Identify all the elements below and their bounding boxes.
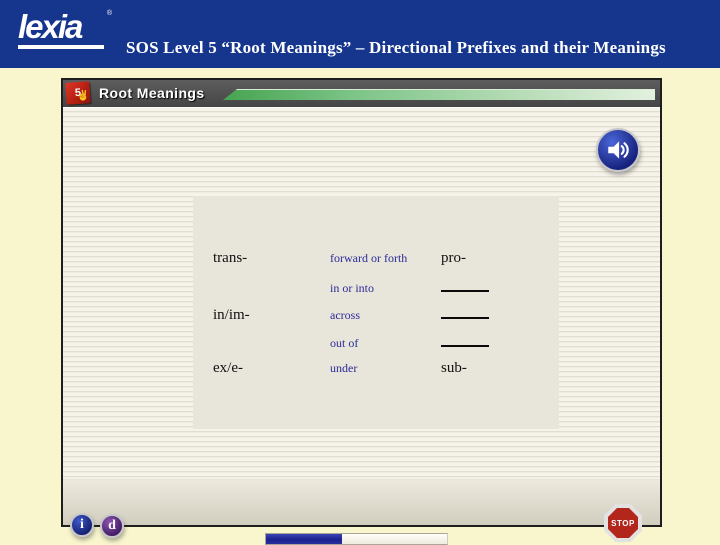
window-title: Root Meanings [99, 85, 205, 101]
titlebar-progress-strip [223, 89, 655, 100]
top-banner: lexia ® SOS Level 5 “Root Meanings” – Di… [0, 0, 720, 68]
speaker-icon [608, 141, 629, 159]
stop-sign-icon: STOP [608, 508, 638, 538]
prefix-label: trans- [213, 250, 248, 266]
stop-label: STOP [611, 518, 635, 528]
activity-window: 5 ✌ Root Meanings trans- forward or fort… [61, 78, 662, 545]
meaning-item[interactable]: out of [330, 336, 441, 351]
logo-underline [18, 45, 104, 49]
lexia-logo-text: lexia [18, 8, 83, 45]
info-button[interactable]: i [70, 513, 94, 537]
answer-prefix[interactable]: sub- [441, 360, 541, 377]
page-title: SOS Level 5 “Root Meanings” – Directiona… [126, 38, 666, 57]
window-content: trans- forward or forth pro- in or into … [63, 107, 660, 545]
window-titlebar: 5 ✌ Root Meanings [63, 80, 660, 108]
lexia-logo: lexia ® [18, 8, 112, 49]
meaning-item[interactable]: in or into [330, 281, 441, 296]
answer-blank[interactable] [441, 333, 489, 347]
directions-icon: d [108, 518, 116, 533]
stop-button[interactable]: STOP [604, 504, 642, 542]
progress-bar [265, 533, 448, 545]
table-row: out of [213, 333, 553, 361]
level-5-badge-icon: 5 ✌ [65, 81, 91, 105]
prefix-label: in/im- [213, 307, 250, 323]
answer-blank[interactable] [441, 305, 489, 319]
table-row: ex/e- under sub- [213, 360, 553, 388]
speaker-button[interactable] [596, 128, 640, 172]
prefix-label: ex/e- [213, 360, 243, 376]
answer-prefix[interactable]: pro- [441, 250, 541, 267]
meaning-item[interactable]: across [330, 308, 441, 323]
window-footer [63, 479, 660, 525]
directions-button[interactable]: d [100, 514, 124, 538]
table-row: trans- forward or forth pro- [213, 250, 553, 278]
answer-cell [441, 333, 541, 347]
prefix-matching-table: trans- forward or forth pro- in or into … [213, 250, 553, 388]
trademark-mark: ® [106, 10, 112, 17]
answer-cell [441, 278, 541, 292]
table-row: in/im- across [213, 305, 553, 333]
answer-cell [441, 305, 541, 319]
progress-fill [266, 534, 343, 544]
meaning-item[interactable]: under [330, 361, 441, 376]
table-row: in or into [213, 278, 553, 306]
hand-icon: ✌ [76, 90, 90, 103]
meaning-item[interactable]: forward or forth [330, 251, 441, 266]
answer-blank[interactable] [441, 278, 489, 292]
info-icon: i [80, 517, 84, 532]
